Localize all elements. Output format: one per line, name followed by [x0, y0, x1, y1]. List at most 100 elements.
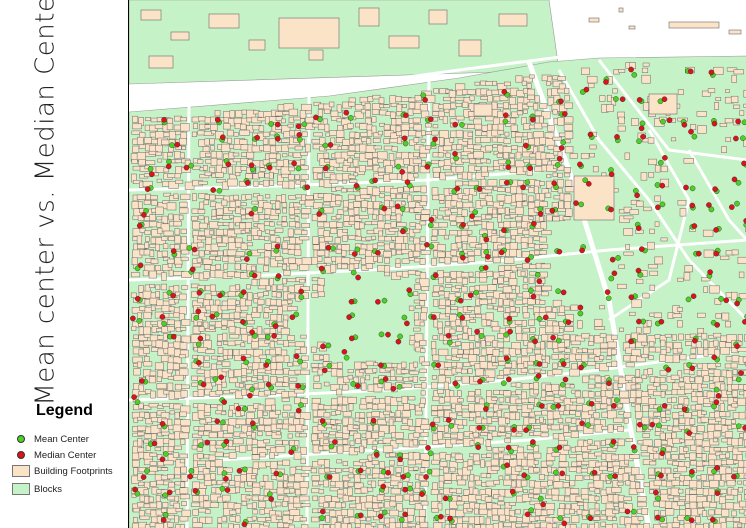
mean-center-point: [395, 163, 402, 170]
building-footprint: [257, 381, 265, 389]
building-footprint: [601, 425, 608, 430]
median-center-point: [654, 514, 661, 521]
building-footprint: [180, 256, 189, 262]
building-footprint: [528, 216, 534, 221]
building-footprint: [486, 89, 493, 97]
mean-center-point: [402, 140, 409, 147]
mean-center-point: [319, 515, 325, 521]
building-footprint: [268, 138, 276, 146]
building-footprint: [281, 138, 290, 143]
building-footprint: [703, 349, 709, 357]
mean-center-point: [348, 115, 354, 121]
building-footprint: [145, 160, 156, 165]
building-footprint: [685, 508, 692, 516]
building-footprint: [262, 474, 269, 482]
building-footprint: [349, 179, 358, 183]
building-footprint: [511, 480, 517, 488]
building-footprint: [167, 474, 175, 480]
building-footprint: [706, 363, 717, 369]
building-footprint: [467, 466, 473, 471]
building-footprint: [281, 501, 288, 507]
building-footprint: [479, 277, 488, 283]
building-footprint: [408, 396, 416, 401]
building-footprint: [529, 74, 535, 79]
building-footprint: [418, 292, 427, 301]
building-footprint: [523, 489, 528, 494]
map-view[interactable]: [128, 0, 746, 528]
building-footprint: [739, 110, 745, 116]
building-footprint: [553, 195, 561, 200]
median-center-point: [425, 444, 431, 451]
building-footprint: [154, 124, 164, 129]
building-footprint: [606, 104, 614, 112]
building-footprint: [168, 269, 174, 277]
median-center-point: [220, 134, 226, 140]
building-footprint: [586, 76, 598, 84]
building-footprint: [396, 461, 404, 466]
building-footprint: [618, 264, 625, 269]
mean-center-point: [252, 205, 258, 212]
building-footprint: [431, 410, 439, 416]
median-center-point: [521, 472, 528, 478]
building-footprint: [150, 195, 158, 200]
building-footprint: [373, 145, 382, 150]
building-footprint: [251, 486, 261, 495]
building-footprint: [287, 228, 294, 237]
building-footprint: [401, 395, 408, 404]
building-footprint: [251, 341, 259, 349]
median-center-point: [530, 293, 537, 300]
building-footprint: [281, 202, 288, 208]
median-center-point: [402, 511, 408, 518]
building-footprint: [557, 312, 566, 316]
building-footprint: [703, 339, 709, 349]
building-footprint: [239, 222, 247, 230]
building-footprint: [419, 467, 426, 473]
building-footprint: [131, 159, 138, 164]
building-footprint: [570, 515, 580, 523]
building-footprint: [229, 480, 236, 486]
building-footprint: [395, 236, 404, 245]
building-footprint: [367, 96, 374, 102]
building-footprint: [269, 130, 276, 136]
building-footprint: [335, 214, 342, 220]
building-footprint: [552, 136, 562, 141]
building-footprint: [473, 460, 481, 466]
median-center-point: [348, 298, 355, 305]
median-center-point: [579, 420, 585, 427]
building-footprint: [642, 433, 650, 438]
building-footprint: [617, 494, 625, 502]
building-footprint: [203, 264, 212, 270]
building-footprint: [155, 206, 164, 215]
building-footprint: [539, 236, 547, 243]
building-footprint-swatch-icon: [12, 465, 30, 477]
building-footprint: [515, 285, 520, 294]
building-footprint: [167, 446, 174, 452]
building-footprint: [420, 424, 431, 430]
building-footprint: [487, 284, 497, 291]
median-center-point: [460, 254, 466, 261]
building-footprint: [430, 236, 438, 241]
building-footprint: [246, 444, 253, 451]
building-footprint: [367, 424, 373, 432]
building-footprint: [289, 130, 295, 137]
building-footprint: [679, 354, 687, 361]
map-canvas[interactable]: [129, 0, 746, 528]
building-footprint: [150, 200, 158, 206]
mean-center-point: [555, 337, 562, 344]
building-footprint: [388, 452, 396, 457]
building-footprint: [167, 376, 174, 380]
building-footprint: [347, 374, 354, 380]
building-footprint: [150, 390, 156, 399]
building-footprint: [564, 131, 574, 139]
building-footprint: [646, 320, 652, 327]
building-footprint: [149, 461, 157, 466]
mean-center-point: [268, 121, 274, 127]
building-footprint: [228, 369, 234, 378]
median-center-point: [505, 164, 512, 170]
building-footprint: [697, 125, 707, 134]
building-footprint: [163, 460, 174, 466]
building-footprint: [457, 390, 462, 398]
building-footprint: [384, 257, 390, 264]
building-footprint: [178, 214, 184, 221]
building-footprint: [454, 453, 463, 460]
